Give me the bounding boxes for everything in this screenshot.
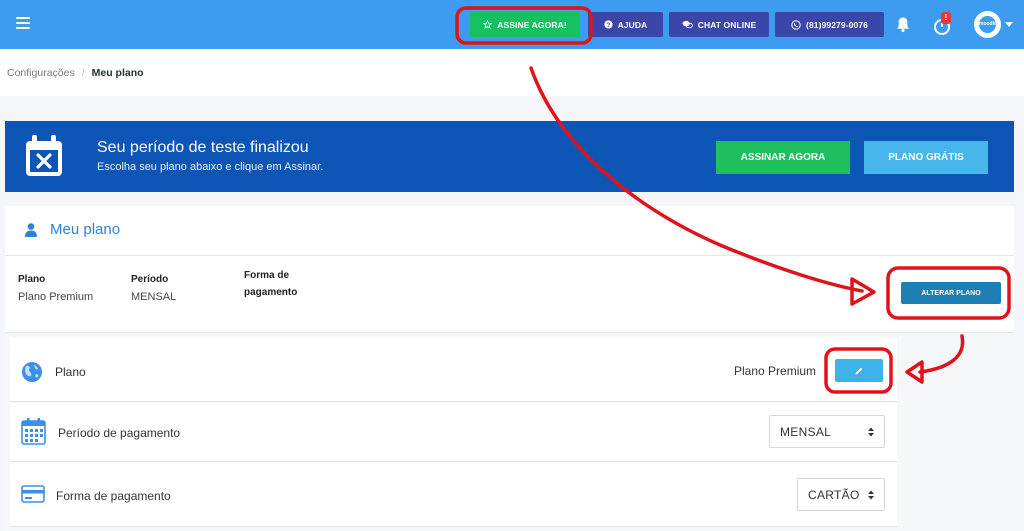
edit-plano-button[interactable] <box>835 359 883 382</box>
menu-icon[interactable] <box>16 17 30 29</box>
ajuda-label: AJUDA <box>617 19 648 30</box>
plano-row-value: Plano Premium <box>734 364 817 378</box>
select-arrows-icon <box>868 490 874 500</box>
credit-card-icon <box>21 485 45 503</box>
assine-agora-label: ASSINE AGORA! <box>497 19 567 30</box>
whatsapp-button[interactable]: (81)99279-0076 <box>775 12 884 37</box>
globe-icon <box>22 362 42 382</box>
star-icon <box>483 20 493 29</box>
meu-plano-card: Meu plano Plano Plano Premium Período ME… <box>5 206 1014 531</box>
trial-expired-banner: Seu período de teste finalizou Escolha s… <box>5 121 1014 192</box>
whatsapp-icon <box>791 19 801 30</box>
chat-online-label: CHAT ONLINE <box>697 19 757 30</box>
breadcrumb-bar <box>0 49 1024 96</box>
plan-settings: Plano Plano Premium Período de pagamento <box>5 332 1014 531</box>
card-header: Meu plano <box>5 206 1014 256</box>
user-icon <box>25 223 37 237</box>
info-forma-label-1: Forma de <box>244 270 290 281</box>
periodo-row: Período de pagamento MENSAL <box>10 403 897 462</box>
alterar-plano-button[interactable]: ALTERAR PLANO <box>901 282 1001 304</box>
calendar-x-icon <box>26 135 62 176</box>
chevron-down-icon[interactable] <box>1005 22 1013 27</box>
info-periodo-label: Período <box>131 274 169 285</box>
plano-gratis-button[interactable]: PLANO GRÁTIS <box>864 141 988 174</box>
assine-agora-button[interactable]: ASSINE AGORA! <box>470 12 580 37</box>
info-forma-label-2: pagamento <box>244 287 298 298</box>
top-navbar: ASSINE AGORA! ? AJUDA CHAT ONLINE (81)99… <box>0 0 1024 49</box>
notification-badge: ! <box>941 12 951 24</box>
chat-icon <box>682 20 693 29</box>
pencil-icon <box>855 367 863 374</box>
question-icon: ? <box>603 20 613 29</box>
forma-select[interactable]: CARTÃO <box>797 478 885 511</box>
banner-title: Seu período de teste finalizou <box>97 139 309 156</box>
chat-online-button[interactable]: CHAT ONLINE <box>669 12 769 37</box>
breadcrumb-separator: / <box>81 67 85 79</box>
forma-row: Forma de pagamento CARTÃO <box>10 463 897 527</box>
ajuda-button[interactable]: ? AJUDA <box>588 12 663 37</box>
info-plano-value: Plano Premium <box>18 291 94 303</box>
periodo-select-value: MENSAL <box>780 424 832 439</box>
avatar[interactable]: moodle <box>974 11 1001 38</box>
info-plano-label: Plano <box>18 274 46 285</box>
banner-subtitle: Escolha seu plano abaixo e clique em Ass… <box>97 161 324 173</box>
breadcrumb-configuracoes[interactable]: Configurações <box>7 67 75 79</box>
card-title: Meu plano <box>50 221 121 238</box>
info-periodo-value: MENSAL <box>131 291 177 303</box>
plano-row: Plano Plano Premium <box>10 338 897 402</box>
avatar-logo: moodle <box>979 16 997 33</box>
forma-row-label: Forma de pagamento <box>56 489 171 503</box>
phone-label: (81)99279-0076 <box>806 19 868 30</box>
plano-row-label: Plano <box>55 365 86 379</box>
bell-icon[interactable] <box>895 16 911 33</box>
breadcrumb: Configurações / Meu plano <box>7 67 144 79</box>
select-arrows-icon <box>868 427 874 437</box>
forma-select-value: CARTÃO <box>808 487 860 502</box>
assinar-agora-button[interactable]: ASSINAR AGORA <box>716 141 850 174</box>
svg-text:?: ? <box>606 22 610 29</box>
calendar-icon <box>21 418 46 445</box>
periodo-row-label: Período de pagamento <box>58 426 181 440</box>
breadcrumb-current: Meu plano <box>91 67 144 79</box>
periodo-select[interactable]: MENSAL <box>769 415 885 448</box>
